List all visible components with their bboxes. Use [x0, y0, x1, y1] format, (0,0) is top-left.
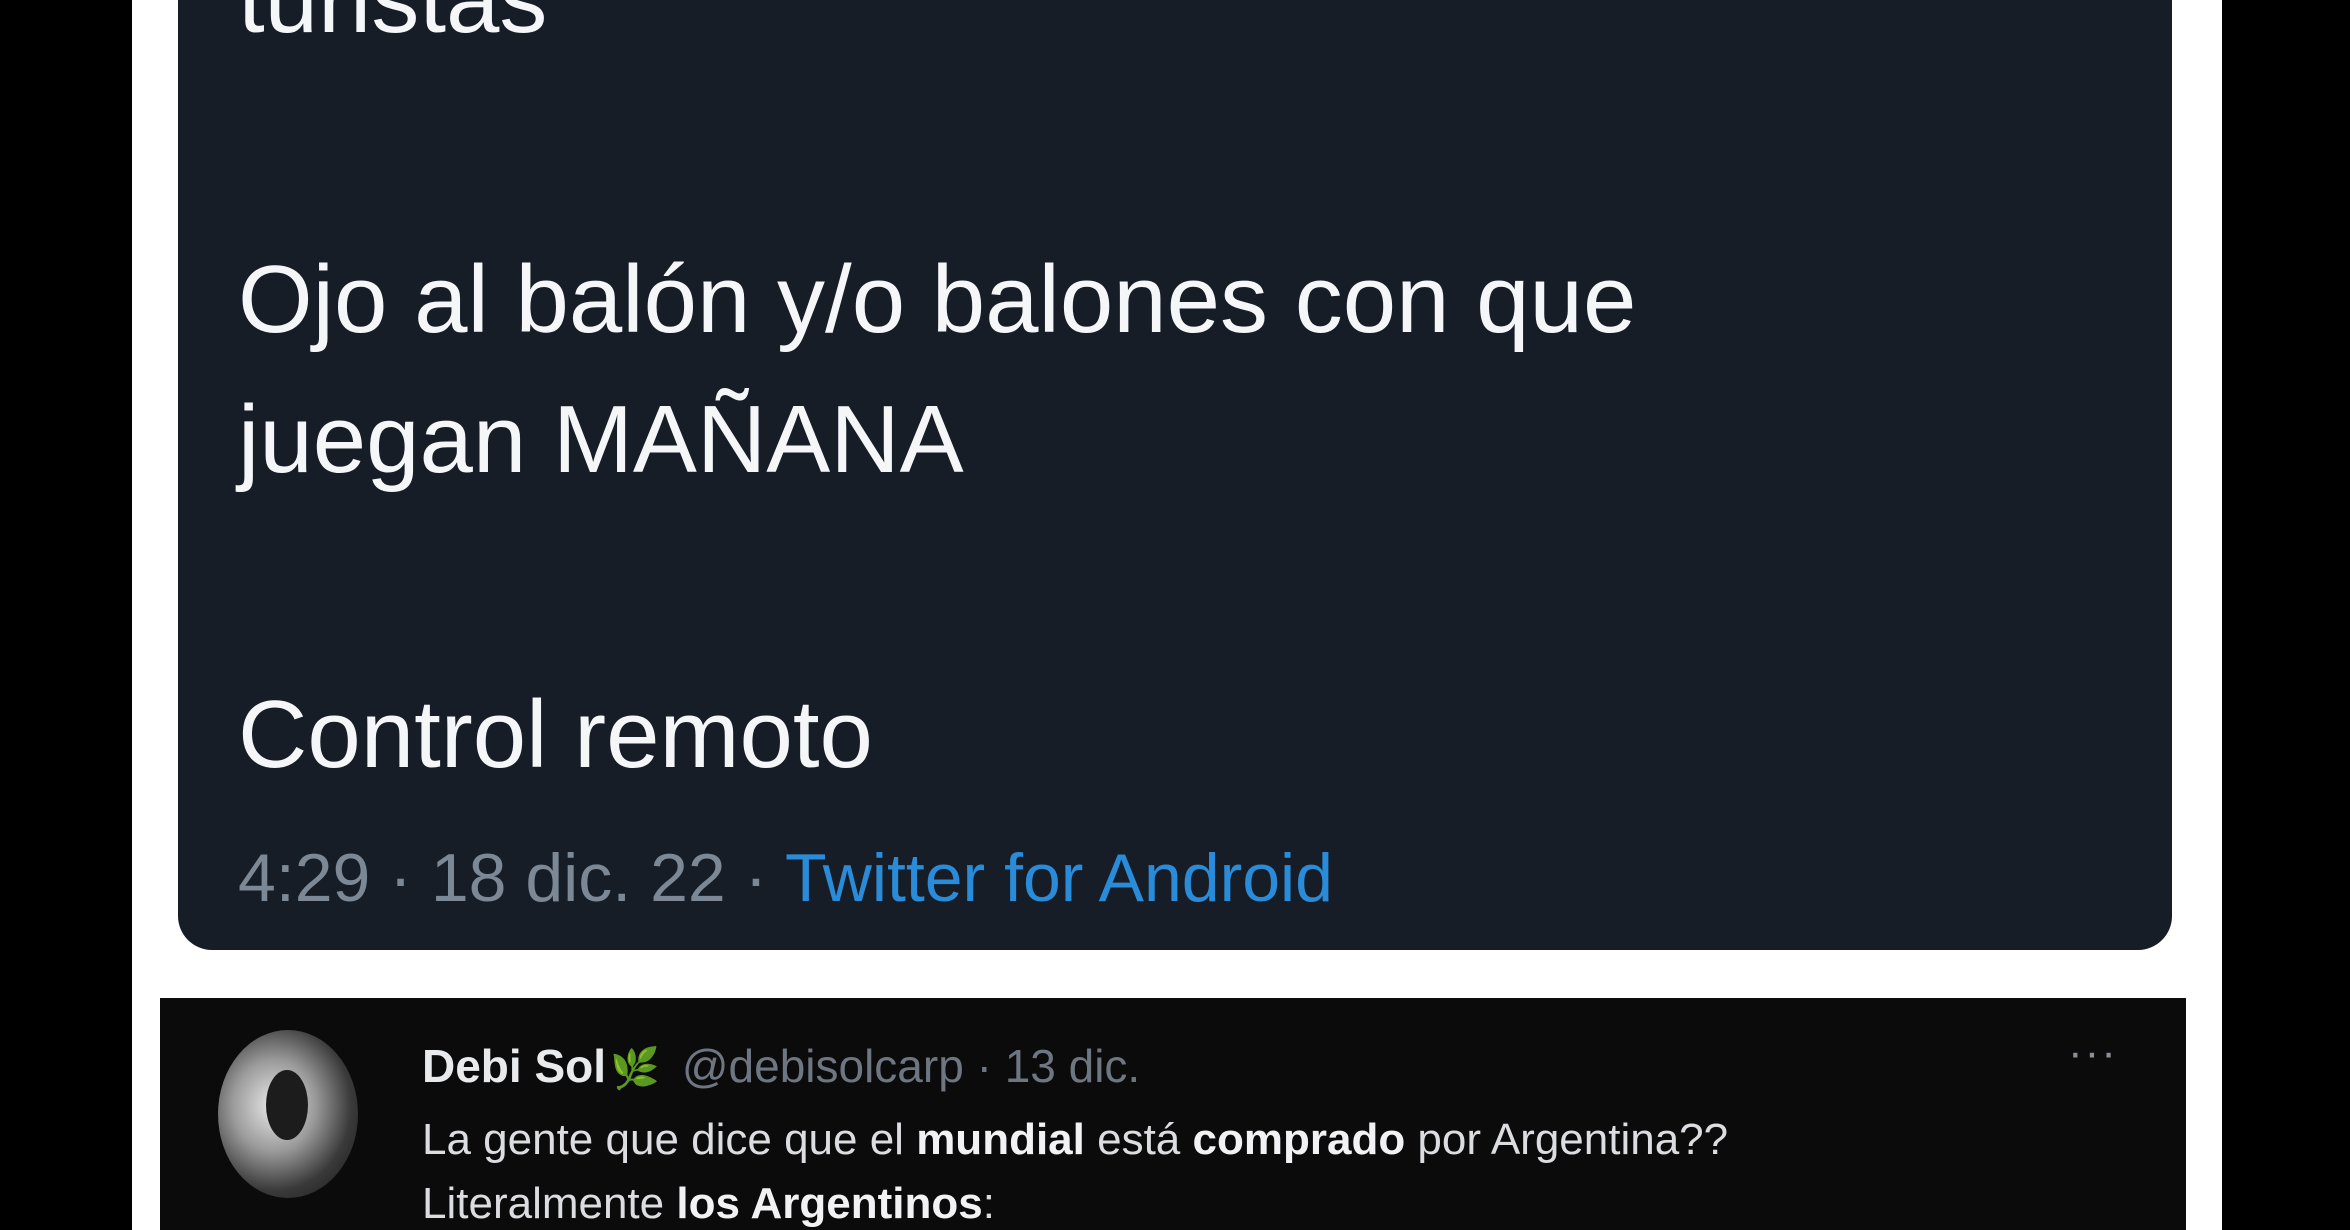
meta-separator: ·: [744, 840, 768, 916]
tweet-meta: 4:29 · 18 dic. 22 · Twitter for Android: [238, 838, 1333, 918]
reply-date[interactable]: 13 dic.: [1005, 1040, 1141, 1092]
reply-separator: ·: [976, 1040, 992, 1092]
quoted-tweet-card[interactable]: Debi Sol 🌿 @debisolcarp · 13 dic. ··· La g…: [160, 998, 2186, 1230]
reply-text-bold: mundial: [916, 1115, 1085, 1164]
reply-text-line-1: La gente que dice que el mundial está co…: [422, 1110, 1728, 1170]
meta-separator: ·: [389, 840, 412, 916]
reply-author-handle[interactable]: @debisolcarp: [682, 1040, 964, 1092]
tweet-source-link[interactable]: Twitter for Android: [785, 840, 1333, 916]
tweet-time[interactable]: 4:29: [238, 840, 370, 916]
reply-text-line-2: Literalmente los Argentinos:: [422, 1174, 995, 1230]
reply-text-segment: Literalmente: [422, 1179, 677, 1228]
reply-text-segment: :: [982, 1179, 995, 1228]
reply-text-bold: comprado: [1192, 1115, 1406, 1164]
leaf-icon: 🌿: [610, 1047, 660, 1091]
tweet-text-line-2: juegan MAÑANA: [238, 386, 964, 493]
avatar[interactable]: [218, 1030, 358, 1198]
reply-header: Debi Sol 🌿 @debisolcarp · 13 dic.: [422, 1036, 1140, 1099]
tweet-text-cut-line: turistas: [238, 0, 547, 70]
reply-author-name[interactable]: Debi Sol: [422, 1040, 606, 1092]
reply-text-segment: por Argentina??: [1405, 1115, 1729, 1164]
more-icon[interactable]: ···: [2068, 1028, 2118, 1078]
tweet-date[interactable]: 18 dic. 22: [431, 840, 726, 916]
tweet-text-line-1: Ojo al balón y/o balones con que: [238, 246, 1637, 353]
reply-text-segment: La gente que dice que el: [422, 1115, 917, 1164]
reply-text-segment: está: [1084, 1115, 1193, 1164]
tweet-text-line-3: Control remoto: [238, 681, 873, 788]
reply-text-bold: los Argentinos: [676, 1179, 983, 1228]
